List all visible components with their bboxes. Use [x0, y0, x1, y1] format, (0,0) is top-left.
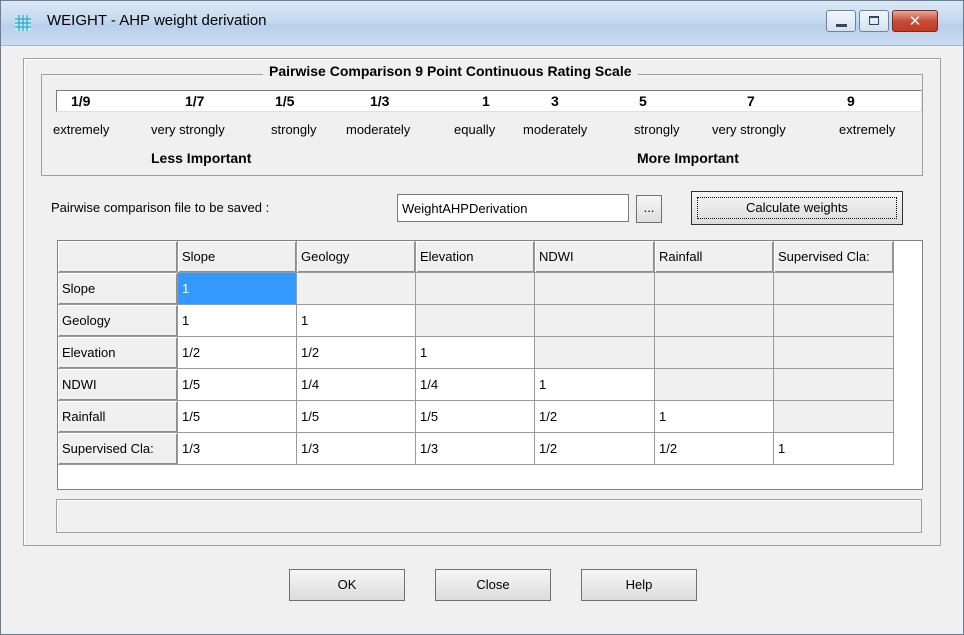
status-bar: [56, 499, 922, 533]
grid-cell[interactable]: [297, 273, 416, 305]
grid-cell[interactable]: 1/2: [535, 433, 655, 465]
grid-cell[interactable]: 1: [178, 273, 297, 305]
row-header[interactable]: Slope: [58, 273, 178, 305]
scale-word: equally: [454, 122, 496, 137]
grid-cell[interactable]: 1/3: [416, 433, 535, 465]
minimize-button[interactable]: [826, 10, 856, 32]
close-window-button[interactable]: ✕: [892, 10, 938, 32]
close-icon: ✕: [908, 12, 922, 30]
grid-app-icon: [15, 15, 31, 31]
title-bar[interactable]: WEIGHT - AHP weight derivation ✕: [1, 1, 963, 46]
scale-word: extremely: [839, 122, 896, 137]
scale-value: 1/5: [275, 93, 295, 109]
help-button[interactable]: Help: [581, 569, 697, 601]
scale-value: 1/3: [370, 93, 390, 109]
grid-cell[interactable]: 1/2: [297, 337, 416, 369]
file-label: Pairwise comparison file to be saved :: [51, 200, 270, 215]
grid-cell[interactable]: 1/2: [535, 401, 655, 433]
column-header[interactable]: Supervised Cla:: [774, 241, 894, 273]
scale-value: 9: [847, 93, 855, 109]
more-important-label: More Important: [637, 150, 739, 166]
close-button[interactable]: Close: [435, 569, 551, 601]
row-header[interactable]: Elevation: [58, 337, 178, 369]
scale-value: 3: [551, 93, 559, 109]
scale-value: 1/7: [185, 93, 205, 109]
grid-corner-header: [58, 241, 178, 273]
scale-value: 1/9: [71, 93, 91, 109]
dialog-client-area: Pairwise Comparison 9 Point Continuous R…: [1, 46, 963, 634]
grid-cell[interactable]: [655, 337, 774, 369]
row-header[interactable]: NDWI: [58, 369, 178, 401]
calculate-weights-label: Calculate weights: [697, 197, 897, 219]
grid-cell[interactable]: 1/2: [655, 433, 774, 465]
column-header[interactable]: Geology: [297, 241, 416, 273]
grid-cell[interactable]: [655, 305, 774, 337]
grid-cell[interactable]: 1/5: [297, 401, 416, 433]
scale-value: 1: [482, 93, 490, 109]
grid-cell[interactable]: 1: [774, 433, 894, 465]
grid-cell[interactable]: 1: [535, 369, 655, 401]
column-header[interactable]: Slope: [178, 241, 297, 273]
grid-cell[interactable]: 1: [297, 305, 416, 337]
grid-cell[interactable]: 1/4: [297, 369, 416, 401]
less-important-label: Less Important: [151, 150, 252, 166]
scale-value: 7: [747, 93, 755, 109]
column-header[interactable]: Rainfall: [655, 241, 774, 273]
maximize-button[interactable]: [859, 10, 889, 32]
scale-value: 5: [639, 93, 647, 109]
grid-cell[interactable]: [655, 369, 774, 401]
pairwise-file-input[interactable]: [397, 194, 629, 222]
grid-cell[interactable]: 1/2: [178, 337, 297, 369]
column-header[interactable]: NDWI: [535, 241, 655, 273]
scale-word: very strongly: [712, 122, 786, 137]
browse-button[interactable]: ...: [636, 195, 662, 223]
row-header[interactable]: Geology: [58, 305, 178, 337]
grid-cell[interactable]: 1/3: [178, 433, 297, 465]
rating-scale-bar: 1/9 1/7 1/5 1/3 1 3 5 7 9: [56, 90, 922, 112]
grid-cell[interactable]: 1/4: [416, 369, 535, 401]
grid-cell[interactable]: [416, 305, 535, 337]
grid-cell[interactable]: 1: [416, 337, 535, 369]
scale-word: extremely: [53, 122, 110, 137]
grid-cell[interactable]: 1: [178, 305, 297, 337]
grid-cell[interactable]: [774, 305, 894, 337]
grid-cell[interactable]: [535, 337, 655, 369]
row-header[interactable]: Supervised Cla:: [58, 433, 178, 465]
grid-cell[interactable]: [774, 401, 894, 433]
ok-button[interactable]: OK: [289, 569, 405, 601]
maximize-icon: [869, 16, 879, 25]
grid-cell[interactable]: [535, 273, 655, 305]
scale-word: strongly: [271, 122, 317, 137]
grid-cell[interactable]: [774, 337, 894, 369]
grid-cell[interactable]: [416, 273, 535, 305]
scale-word: strongly: [634, 122, 680, 137]
scale-word: moderately: [523, 122, 588, 137]
grid-cell[interactable]: 1/5: [178, 369, 297, 401]
row-header[interactable]: Rainfall: [58, 401, 178, 433]
grid-cell[interactable]: [535, 305, 655, 337]
ahp-weight-window: WEIGHT - AHP weight derivation ✕ Pairwis…: [0, 0, 964, 635]
scale-word: moderately: [346, 122, 411, 137]
grid-cell[interactable]: 1/5: [178, 401, 297, 433]
grid-cell[interactable]: 1/3: [297, 433, 416, 465]
minimize-icon: [836, 24, 847, 27]
scale-word: very strongly: [151, 122, 225, 137]
calculate-weights-button[interactable]: Calculate weights: [691, 191, 903, 225]
window-title: WEIGHT - AHP weight derivation: [47, 12, 267, 29]
grid-cell[interactable]: [655, 273, 774, 305]
grid-cell[interactable]: 1: [655, 401, 774, 433]
column-header[interactable]: Elevation: [416, 241, 535, 273]
grid-cell[interactable]: 1/5: [416, 401, 535, 433]
grid-cell[interactable]: [774, 369, 894, 401]
grid-cell[interactable]: [774, 273, 894, 305]
rating-scale-title: Pairwise Comparison 9 Point Continuous R…: [263, 63, 638, 79]
pairwise-comparison-grid[interactable]: Slope Geology Elevation NDWI Rainfall Supervi…: [57, 240, 923, 490]
